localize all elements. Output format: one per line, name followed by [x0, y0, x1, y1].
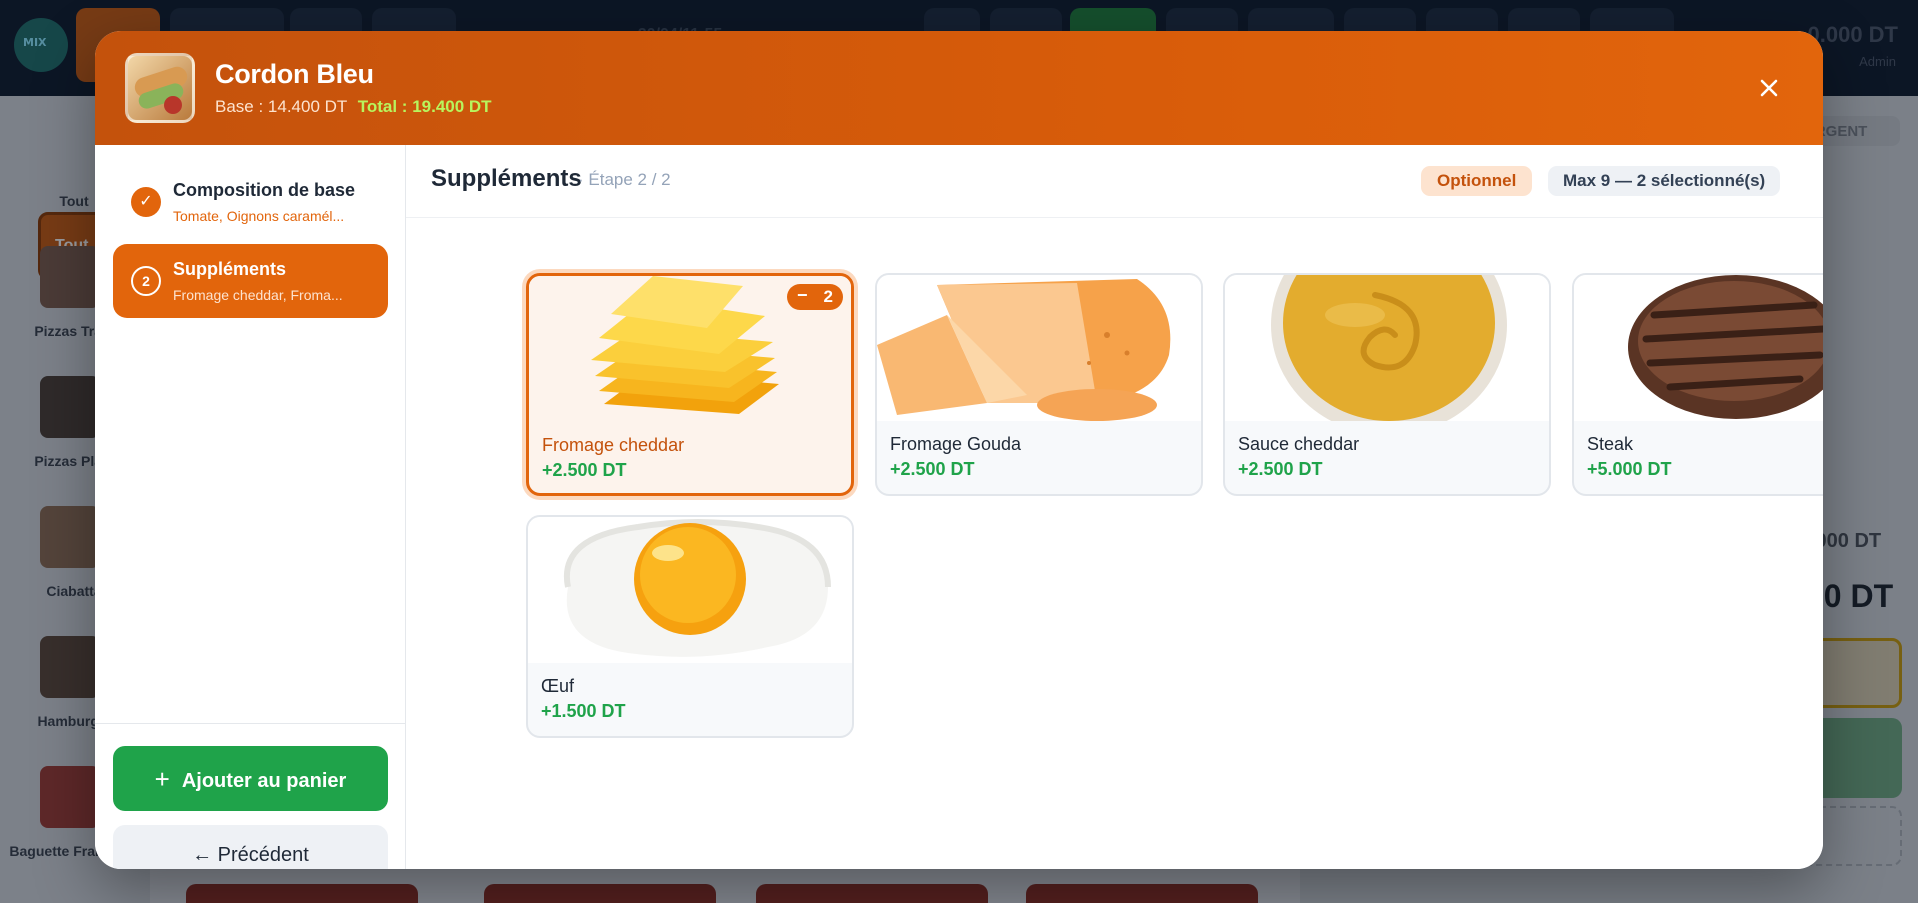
step-indicator: · Étape 2 / 2 — [578, 170, 671, 189]
previous-button[interactable]: ← Précédent — [113, 825, 388, 869]
supplement-price: +2.500 DT — [890, 459, 975, 479]
supplement-card-sauce-cheddar[interactable]: Sauce cheddar +2.500 DT — [1223, 273, 1551, 496]
supplement-name: Fromage Gouda — [890, 434, 1022, 454]
step-number: 2 — [131, 266, 161, 296]
steak-image — [1574, 275, 1823, 421]
quantity-value: 2 — [823, 287, 833, 306]
supplement-price: +2.500 DT — [542, 460, 627, 480]
section-header: Suppléments · Étape 2 / 2 Optionnel Max … — [406, 145, 1823, 218]
step-supplements[interactable]: 2 Suppléments Fromage cheddar, Froma... — [113, 244, 388, 318]
minus-icon[interactable]: − — [797, 285, 808, 306]
product-thumbnail — [125, 53, 195, 123]
product-options-modal: Cordon Bleu Base : 14.400 DT Total : 19.… — [95, 31, 1823, 869]
step-sidebar: ✓ Composition de base Tomate, Oignons ca… — [95, 145, 406, 869]
step-subtitle: Fromage cheddar, Froma... — [173, 287, 343, 303]
supplement-price: +2.500 DT — [1238, 459, 1323, 479]
step-title: Suppléments — [173, 259, 287, 279]
add-to-cart-label: Ajouter au panier — [181, 770, 347, 792]
supplement-card-cheddar[interactable]: − 2 Fromage cheddar +2.500 DT — [526, 273, 854, 496]
supplement-card-oeuf[interactable]: Œuf +1.500 DT — [526, 515, 854, 738]
supplement-card-gouda[interactable]: Fromage Gouda +2.500 DT — [875, 273, 1203, 496]
egg-image — [528, 517, 852, 663]
supplement-name: Fromage cheddar — [542, 435, 685, 455]
price-summary: Base : 14.400 DT Total : 19.400 DT — [215, 97, 492, 117]
supplement-price: +1.500 DT — [541, 701, 626, 721]
quantity-stepper[interactable]: − 2 — [787, 284, 843, 310]
supplements-panel: Suppléments · Étape 2 / 2 Optionnel Max … — [406, 145, 1823, 869]
supplement-card-steak[interactable]: Steak +5.000 DT — [1572, 273, 1823, 496]
step-subtitle: Tomate, Oignons caramél... — [173, 208, 345, 224]
divider — [95, 723, 406, 724]
add-to-cart-button[interactable]: + Ajouter au panier — [113, 746, 388, 811]
plus-icon: + — [154, 764, 170, 794]
optional-badge: Optionnel — [1421, 166, 1533, 196]
product-title: Cordon Bleu — [215, 59, 374, 89]
supplement-price: +5.000 DT — [1587, 459, 1672, 479]
step-title: Composition de base — [173, 180, 356, 200]
selection-count-badge: Max 9 — 2 sélectionné(s) — [1548, 166, 1781, 196]
close-button[interactable] — [1753, 72, 1785, 104]
supplement-name: Sauce cheddar — [1238, 434, 1360, 454]
sauce-cheddar-image — [1225, 275, 1549, 421]
gouda-image — [877, 275, 1201, 421]
section-title: Suppléments — [431, 165, 582, 192]
base-price: Base : 14.400 DT — [215, 97, 347, 116]
close-icon — [1760, 79, 1778, 97]
step-composition[interactable]: ✓ Composition de base Tomate, Oignons ca… — [113, 165, 388, 237]
check-icon: ✓ — [131, 187, 161, 217]
total-price: Total : 19.400 DT — [357, 97, 492, 116]
modal-header: Cordon Bleu Base : 14.400 DT Total : 19.… — [95, 31, 1823, 145]
supplement-name: Steak — [1587, 434, 1634, 454]
supplement-name: Œuf — [541, 676, 575, 696]
